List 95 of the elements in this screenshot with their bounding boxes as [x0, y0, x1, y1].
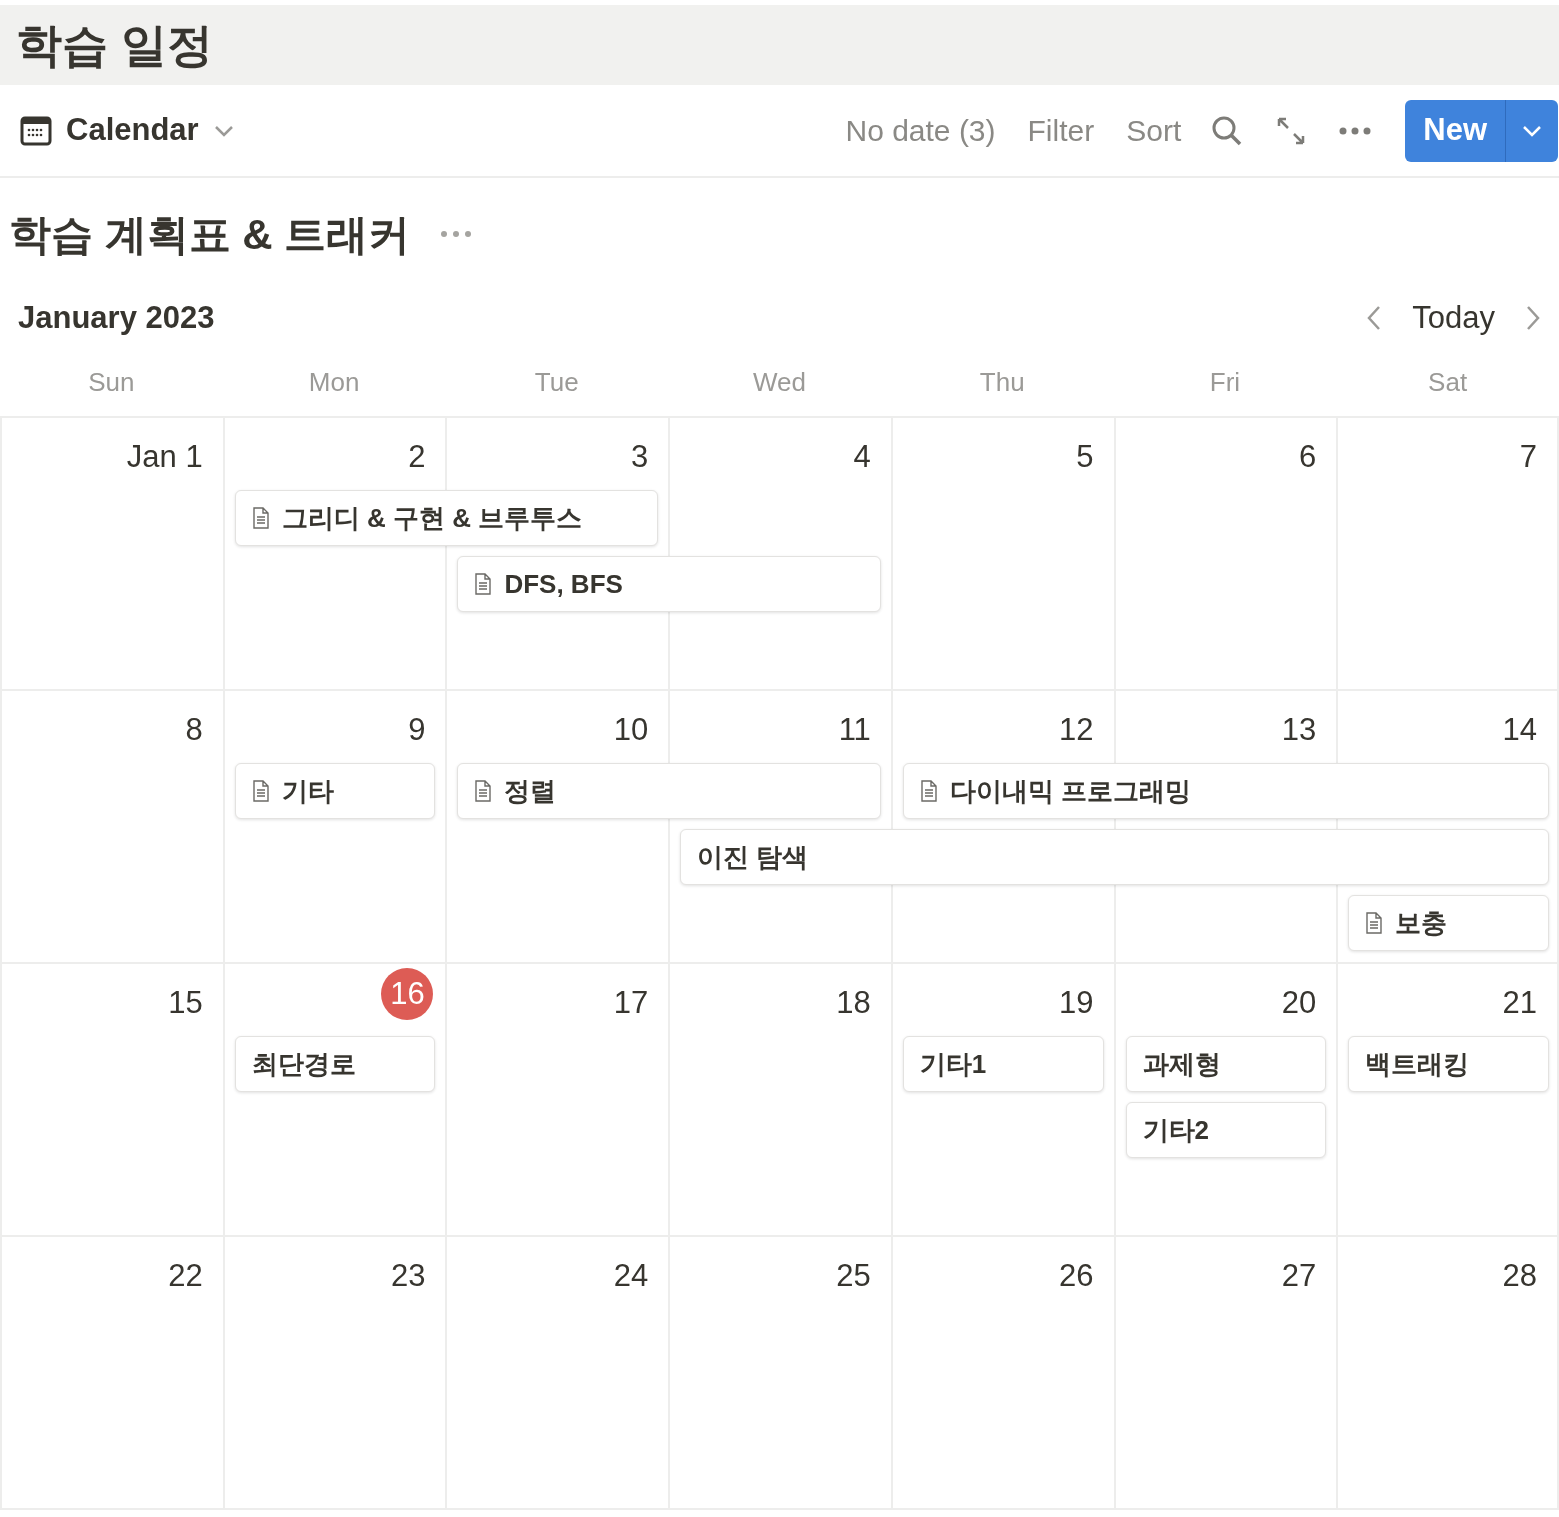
day-cell[interactable]: 23 — [222, 1237, 446, 1508]
event-card[interactable]: 다이내믹 프로그래밍 — [902, 763, 1549, 819]
day-number: 19 — [1059, 984, 1094, 1022]
more-icon[interactable] — [1339, 125, 1372, 136]
event-title: 최단경로 — [251, 1047, 356, 1081]
event-card[interactable]: 보충 — [1348, 895, 1549, 951]
event-title: 기타 — [281, 774, 334, 808]
weekday-label: Tue — [534, 366, 579, 397]
day-number: 16 — [381, 968, 434, 1020]
sort-button[interactable]: Sort — [1126, 108, 1182, 153]
event-title: 백트래킹 — [1365, 1047, 1470, 1081]
chevron-left-icon[interactable] — [1366, 304, 1383, 332]
day-cell[interactable]: 5 — [890, 418, 1114, 689]
day-number: 2 — [408, 438, 426, 476]
day-number: 13 — [1281, 711, 1317, 749]
event-title: 기타2 — [1142, 1113, 1210, 1147]
event-card[interactable]: 그리디 & 구현 & 브루투스 — [234, 490, 659, 546]
expand-icon[interactable] — [1277, 116, 1306, 145]
day-number: 12 — [1059, 711, 1094, 749]
day-number: 22 — [168, 1257, 203, 1295]
event-card[interactable]: 과제형 — [1125, 1036, 1327, 1092]
day-number: 27 — [1281, 1257, 1317, 1295]
day-cell[interactable]: 28 — [1336, 1237, 1559, 1508]
event-card[interactable]: 기타2 — [1125, 1102, 1327, 1158]
day-cell[interactable]: 27 — [1113, 1237, 1337, 1508]
chevron-down-icon — [1522, 124, 1542, 137]
day-number: 18 — [836, 984, 871, 1022]
event-card[interactable]: 기타1 — [902, 1036, 1104, 1092]
chevron-right-icon[interactable] — [1525, 304, 1541, 332]
weekday-label: Mon — [308, 366, 360, 397]
weekday-label: Sun — [88, 366, 135, 397]
weekday-label: Thu — [979, 366, 1025, 397]
day-cell[interactable]: 7 — [1336, 418, 1559, 689]
day-cell[interactable]: 25 — [668, 1237, 891, 1508]
day-number: 17 — [613, 984, 649, 1022]
day-cell[interactable]: 24 — [445, 1237, 669, 1508]
page-icon — [919, 780, 938, 802]
day-number: Jan 1 — [126, 438, 203, 476]
view-selector[interactable]: Calendar — [20, 107, 235, 154]
day-cell[interactable]: 8 — [0, 691, 223, 962]
database-title: 학습 계획표 & 트래커 — [9, 209, 411, 260]
day-number: 6 — [1299, 438, 1317, 476]
page-icon — [474, 573, 493, 595]
day-number: 11 — [838, 711, 871, 749]
weekday-label: Sat — [1428, 366, 1468, 397]
event-title: 기타1 — [919, 1047, 987, 1081]
calendar-icon — [20, 115, 52, 146]
day-number: 23 — [390, 1257, 426, 1295]
event-card[interactable]: 백트래킹 — [1348, 1036, 1549, 1092]
page-icon — [474, 780, 493, 802]
event-card[interactable]: 기타 — [234, 763, 436, 819]
event-card[interactable]: 이진 탐색 — [680, 829, 1549, 885]
day-cell[interactable]: Jan 1 — [0, 418, 223, 689]
day-cell[interactable]: 6 — [1113, 418, 1337, 689]
day-number: 24 — [613, 1257, 649, 1295]
chevron-down-icon — [212, 123, 235, 138]
day-number: 21 — [1502, 984, 1537, 1022]
day-number: 8 — [185, 711, 203, 749]
day-cell[interactable]: 18 — [668, 964, 891, 1235]
day-number: 9 — [408, 711, 426, 749]
day-number: 5 — [1076, 438, 1094, 476]
day-number: 4 — [853, 438, 871, 476]
day-number: 14 — [1502, 711, 1537, 749]
day-number: 25 — [836, 1257, 871, 1295]
page-icon — [1365, 912, 1384, 934]
event-card[interactable]: 최단경로 — [234, 1036, 436, 1092]
day-cell[interactable]: 26 — [890, 1237, 1114, 1508]
weekday-label: Fri — [1209, 366, 1241, 397]
page-title: 학습 일정 — [16, 17, 213, 73]
day-number: 20 — [1281, 984, 1317, 1022]
day-cell[interactable]: 15 — [0, 964, 223, 1235]
page-icon — [251, 780, 270, 802]
day-cell[interactable]: 17 — [445, 964, 669, 1235]
day-number: 15 — [168, 984, 203, 1022]
event-title: 이진 탐색 — [697, 840, 809, 874]
day-number: 10 — [613, 711, 649, 749]
event-title: 정렬 — [504, 774, 557, 808]
event-card[interactable]: DFS, BFS — [457, 556, 881, 612]
more-icon[interactable] — [440, 229, 473, 239]
day-number: 7 — [1519, 438, 1537, 476]
day-cell[interactable]: 22 — [0, 1237, 223, 1508]
page-icon — [251, 507, 270, 529]
event-title: 보충 — [1395, 906, 1448, 940]
weekday-label: Wed — [753, 366, 806, 397]
day-number: 28 — [1502, 1257, 1537, 1295]
filter-button[interactable]: Filter — [1027, 108, 1095, 153]
month-label: January 2023 — [18, 298, 215, 337]
today-button[interactable]: Today — [1412, 294, 1495, 342]
event-title: DFS, BFS — [504, 567, 623, 601]
no-date-button[interactable]: No date (3) — [845, 108, 996, 153]
event-title: 과제형 — [1142, 1047, 1221, 1081]
day-number: 26 — [1059, 1257, 1094, 1295]
search-icon[interactable] — [1211, 114, 1244, 147]
day-number: 3 — [630, 438, 649, 476]
event-card[interactable]: 정렬 — [457, 763, 881, 819]
